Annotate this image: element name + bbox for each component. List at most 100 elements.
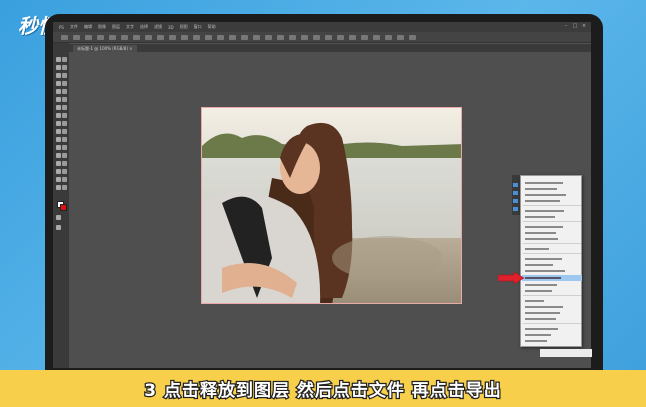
sponge-tool-icon[interactable] xyxy=(56,177,61,182)
context-menu-item[interactable] xyxy=(525,326,579,331)
tool-option[interactable] xyxy=(157,34,164,40)
release-to-layers-item[interactable] xyxy=(525,275,579,280)
context-menu-item[interactable] xyxy=(525,256,579,261)
tool-option[interactable] xyxy=(205,34,212,40)
tool-option[interactable] xyxy=(313,34,320,40)
freeform-pen-tool-icon[interactable] xyxy=(56,185,61,190)
tool-option[interactable] xyxy=(121,34,128,40)
tool-option[interactable] xyxy=(337,34,344,40)
pencil-tool-icon[interactable] xyxy=(56,169,61,174)
menu-view[interactable]: 视图 xyxy=(180,24,188,30)
3d-tool-icon[interactable] xyxy=(56,137,61,142)
context-menu-item[interactable] xyxy=(525,180,579,185)
eyedropper-tool-icon[interactable] xyxy=(62,73,67,78)
context-menu-item[interactable] xyxy=(525,298,579,303)
tool-option[interactable] xyxy=(385,34,392,40)
quick-mask-icon[interactable] xyxy=(56,215,61,220)
tool-option[interactable] xyxy=(277,34,284,40)
rotate-view-tool-icon[interactable] xyxy=(62,185,67,190)
context-menu-item[interactable] xyxy=(525,198,579,203)
context-menu-item[interactable] xyxy=(525,214,579,219)
context-menu-item[interactable] xyxy=(525,186,579,191)
tool-option[interactable] xyxy=(193,34,200,40)
context-menu-item[interactable] xyxy=(525,246,579,251)
menu-select[interactable]: 选择 xyxy=(140,24,148,30)
context-menu-item[interactable] xyxy=(525,224,579,229)
crop-tool-icon[interactable] xyxy=(56,73,61,78)
tool-option[interactable] xyxy=(109,34,116,40)
context-menu-item[interactable] xyxy=(525,316,579,321)
zoom-tool-icon[interactable] xyxy=(62,129,67,134)
context-menu-item[interactable] xyxy=(525,304,579,309)
tool-option[interactable] xyxy=(325,34,332,40)
panel-icon[interactable] xyxy=(513,191,518,195)
context-menu-item[interactable] xyxy=(525,192,579,197)
history-brush-tool-icon[interactable] xyxy=(62,89,67,94)
tool-option[interactable] xyxy=(145,34,152,40)
tool-option[interactable] xyxy=(229,34,236,40)
context-menu-item[interactable] xyxy=(525,208,579,213)
pen-tool-icon[interactable] xyxy=(56,113,61,118)
screen-mode-icon[interactable] xyxy=(56,225,61,230)
tool-option[interactable] xyxy=(397,34,404,40)
ps-logo[interactable]: PS xyxy=(59,25,64,30)
spot-tool-icon[interactable] xyxy=(56,161,61,166)
tool-option[interactable] xyxy=(133,34,140,40)
menu-layer[interactable]: 图层 xyxy=(112,24,120,30)
note-tool-icon[interactable] xyxy=(56,145,61,150)
menu-window[interactable]: 窗口 xyxy=(194,24,202,30)
panel-icon[interactable] xyxy=(513,183,518,187)
healing-tool-icon[interactable] xyxy=(56,81,61,86)
tool-option[interactable] xyxy=(409,34,416,40)
color-replace-tool-icon[interactable] xyxy=(62,169,67,174)
burn-tool-icon[interactable] xyxy=(62,177,67,182)
context-menu-item[interactable] xyxy=(525,332,579,337)
tool-option[interactable] xyxy=(61,34,68,40)
tool-option[interactable] xyxy=(169,34,176,40)
hand-tool-icon[interactable] xyxy=(56,129,61,134)
tool-option[interactable] xyxy=(373,34,380,40)
dodge-tool-icon[interactable] xyxy=(62,105,67,110)
context-menu-item[interactable] xyxy=(525,282,579,287)
lasso-tool-icon[interactable] xyxy=(56,65,61,70)
context-menu-item[interactable] xyxy=(525,288,579,293)
background-color-swatch[interactable] xyxy=(60,204,67,211)
tool-option[interactable] xyxy=(349,34,356,40)
tool-option[interactable] xyxy=(73,34,80,40)
context-menu-item[interactable] xyxy=(525,230,579,235)
context-menu-item[interactable] xyxy=(525,268,579,273)
text-tool-icon[interactable] xyxy=(62,113,67,118)
context-menu-item[interactable] xyxy=(525,262,579,267)
brush-tool-icon[interactable] xyxy=(62,81,67,86)
tool-option[interactable] xyxy=(181,34,188,40)
ruler-tool-icon[interactable] xyxy=(62,153,67,158)
marquee-tool-icon[interactable] xyxy=(62,57,67,62)
panel-icon[interactable] xyxy=(513,207,518,211)
tool-option[interactable] xyxy=(265,34,272,40)
menu-image[interactable]: 图像 xyxy=(98,24,106,30)
eraser-tool-icon[interactable] xyxy=(56,97,61,102)
maximize-button[interactable]: □ xyxy=(572,23,578,29)
menu-3d[interactable]: 3D xyxy=(168,25,174,30)
menu-edit[interactable]: 编辑 xyxy=(84,24,92,30)
menu-filter[interactable]: 滤镜 xyxy=(154,24,162,30)
context-menu-item[interactable] xyxy=(525,338,579,343)
close-button[interactable]: × xyxy=(581,23,587,29)
patch-tool-icon[interactable] xyxy=(62,161,67,166)
magic-wand-tool-icon[interactable] xyxy=(62,65,67,70)
tool-option[interactable] xyxy=(241,34,248,40)
tool-option[interactable] xyxy=(361,34,368,40)
context-menu-item[interactable] xyxy=(525,236,579,241)
tool-option[interactable] xyxy=(97,34,104,40)
stamp-tool-icon[interactable] xyxy=(56,89,61,94)
menu-help[interactable]: 帮助 xyxy=(208,24,216,30)
move-tool-icon[interactable] xyxy=(56,57,61,62)
tool-option[interactable] xyxy=(301,34,308,40)
panel-icon[interactable] xyxy=(513,199,518,203)
tool-option[interactable] xyxy=(289,34,296,40)
menu-type[interactable]: 文字 xyxy=(126,24,134,30)
3d-camera-tool-icon[interactable] xyxy=(62,137,67,142)
path-select-tool-icon[interactable] xyxy=(56,121,61,126)
slice-tool-icon[interactable] xyxy=(56,153,61,158)
canvas-photo[interactable] xyxy=(201,107,462,304)
